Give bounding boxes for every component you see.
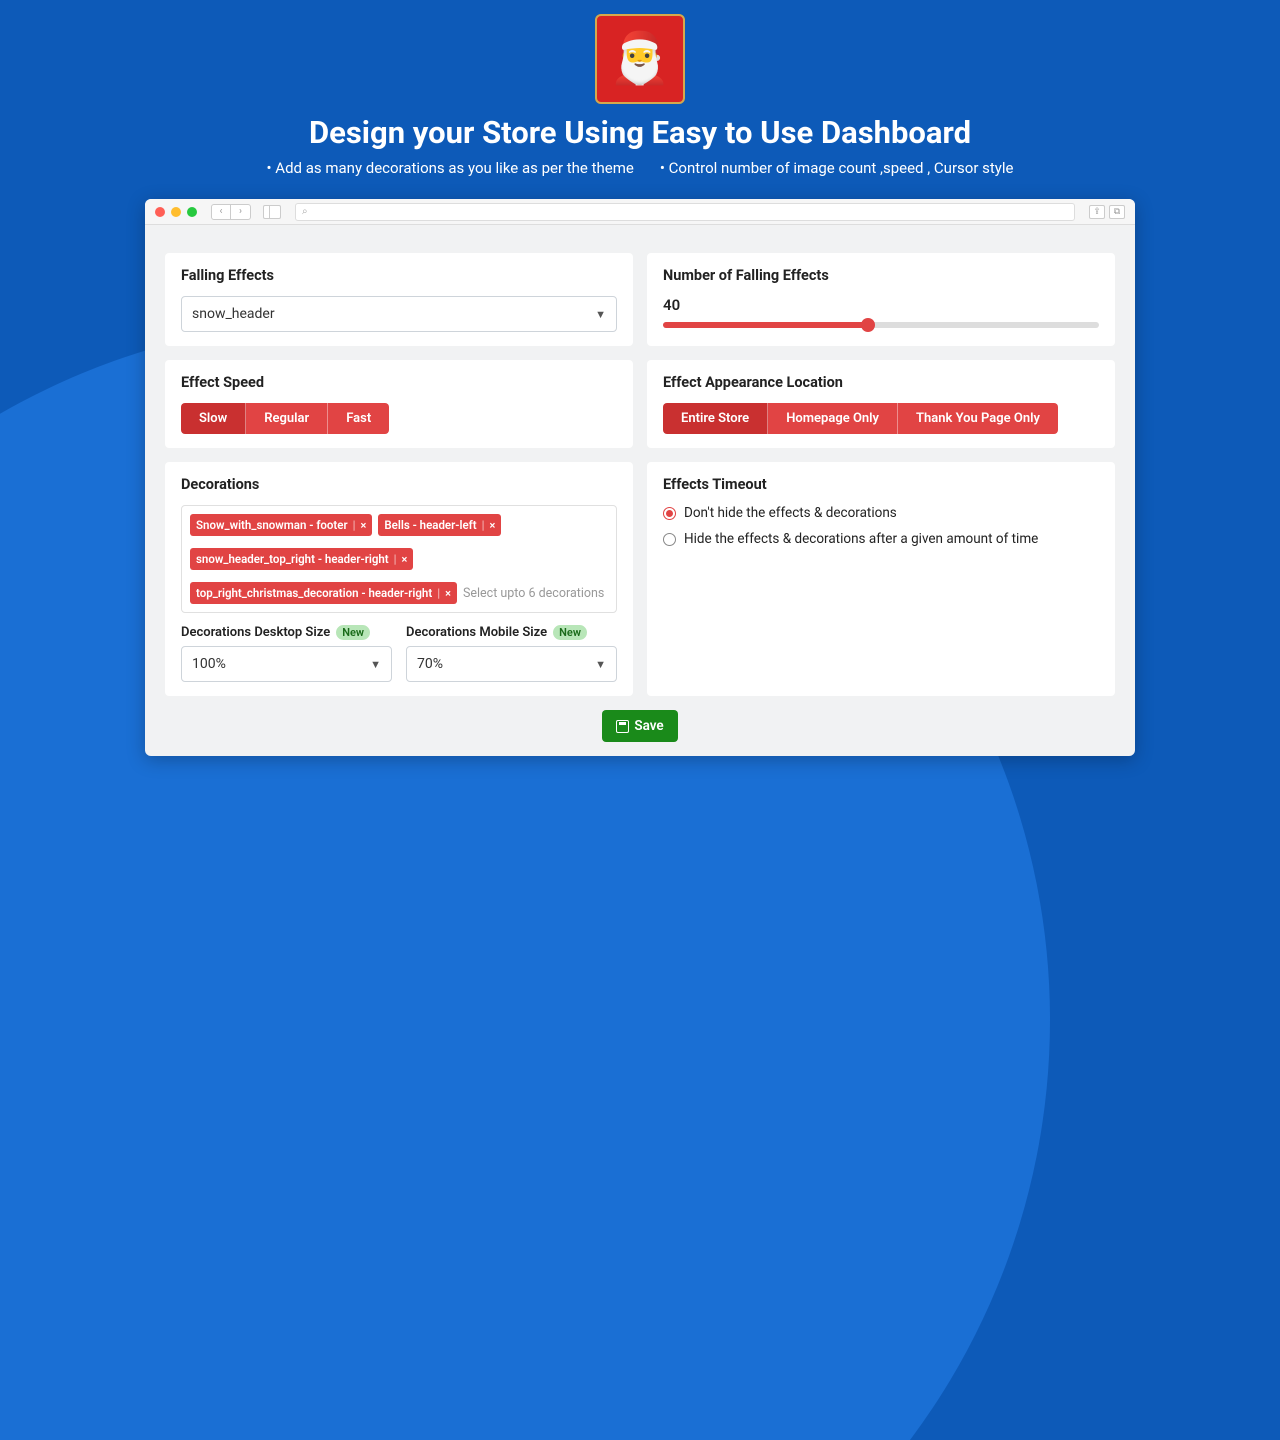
timeout-option-dont-hide[interactable]: Don't hide the effects & decorations <box>663 505 1099 521</box>
card-title: Number of Falling Effects <box>663 267 1099 284</box>
decorations-tag-input[interactable]: Snow_with_snowman - footer|× Bells - hea… <box>181 505 617 613</box>
card-effect-speed: Effect Speed Slow Regular Fast <box>165 360 633 448</box>
decoration-tag: top_right_christmas_decoration - header-… <box>190 582 457 604</box>
browser-chrome: ‹ › ⌕ ⇪ ⧉ <box>145 199 1135 225</box>
card-falling-effects: Falling Effects snow_header ▼ <box>165 253 633 346</box>
decoration-tag: Snow_with_snowman - footer|× <box>190 514 372 536</box>
speed-regular[interactable]: Regular <box>246 403 328 434</box>
remove-tag-icon[interactable]: × <box>445 587 451 600</box>
close-icon[interactable] <box>155 207 165 217</box>
desktop-size-select[interactable]: 100%▼ <box>181 646 392 682</box>
share-icon[interactable]: ⇪ <box>1089 205 1105 219</box>
back-button[interactable]: ‹ <box>211 204 231 220</box>
location-thankyou[interactable]: Thank You Page Only <box>898 403 1058 434</box>
card-title: Effect Appearance Location <box>663 374 1099 391</box>
remove-tag-icon[interactable]: × <box>402 553 408 566</box>
chevron-down-icon: ▼ <box>595 308 606 321</box>
minimize-icon[interactable] <box>171 207 181 217</box>
desktop-size-label: Decorations Desktop Size <box>181 625 330 640</box>
hero-bullet: Control number of image count ,speed , C… <box>660 159 1014 177</box>
card-decorations: Decorations Snow_with_snowman - footer|×… <box>165 462 633 696</box>
save-icon <box>616 720 629 733</box>
number-value: 40 <box>663 296 1099 314</box>
card-number-effects: Number of Falling Effects 40 <box>647 253 1115 346</box>
new-badge: New <box>336 625 370 640</box>
location-entire-store[interactable]: Entire Store <box>663 403 768 434</box>
speed-slow[interactable]: Slow <box>181 403 246 434</box>
card-title: Falling Effects <box>181 267 617 284</box>
tag-placeholder: Select upto 6 decorations <box>463 586 604 601</box>
timeout-option-hide-after[interactable]: Hide the effects & decorations after a g… <box>663 531 1099 547</box>
card-title: Effects Timeout <box>663 476 1099 493</box>
card-title: Decorations <box>181 476 617 493</box>
decoration-tag: snow_header_top_right - header-right|× <box>190 548 413 570</box>
decoration-tag: Bells - header-left|× <box>378 514 501 536</box>
radio-icon <box>663 507 676 520</box>
maximize-icon[interactable] <box>187 207 197 217</box>
forward-button[interactable]: › <box>231 204 251 220</box>
radio-icon <box>663 533 676 546</box>
speed-fast[interactable]: Fast <box>328 403 389 434</box>
slider-thumb[interactable] <box>861 318 875 332</box>
tabs-icon[interactable]: ⧉ <box>1109 205 1125 219</box>
url-bar[interactable]: ⌕ <box>295 203 1075 221</box>
app-logo: 🎅 <box>595 14 685 104</box>
location-homepage[interactable]: Homepage Only <box>768 403 898 434</box>
card-title: Effect Speed <box>181 374 617 391</box>
browser-window: ‹ › ⌕ ⇪ ⧉ Falling Effects snow_header ▼ … <box>145 199 1135 756</box>
chevron-down-icon: ▼ <box>370 658 381 671</box>
remove-tag-icon[interactable]: × <box>361 519 367 532</box>
falling-effects-select[interactable]: snow_header ▼ <box>181 296 617 332</box>
new-badge: New <box>553 625 587 640</box>
remove-tag-icon[interactable]: × <box>490 519 496 532</box>
card-effect-location: Effect Appearance Location Entire Store … <box>647 360 1115 448</box>
effects-count-slider[interactable] <box>663 322 1099 328</box>
chevron-down-icon: ▼ <box>595 658 606 671</box>
hero-bullet: Add as many decorations as you like as p… <box>267 159 634 177</box>
page-title: Design your Store Using Easy to Use Dash… <box>0 114 1280 151</box>
save-button[interactable]: Save <box>602 710 677 742</box>
search-icon: ⌕ <box>302 206 308 217</box>
mobile-size-select[interactable]: 70%▼ <box>406 646 617 682</box>
card-effects-timeout: Effects Timeout Don't hide the effects &… <box>647 462 1115 696</box>
sidebar-toggle-icon[interactable] <box>263 205 281 219</box>
mobile-size-label: Decorations Mobile Size <box>406 625 547 640</box>
